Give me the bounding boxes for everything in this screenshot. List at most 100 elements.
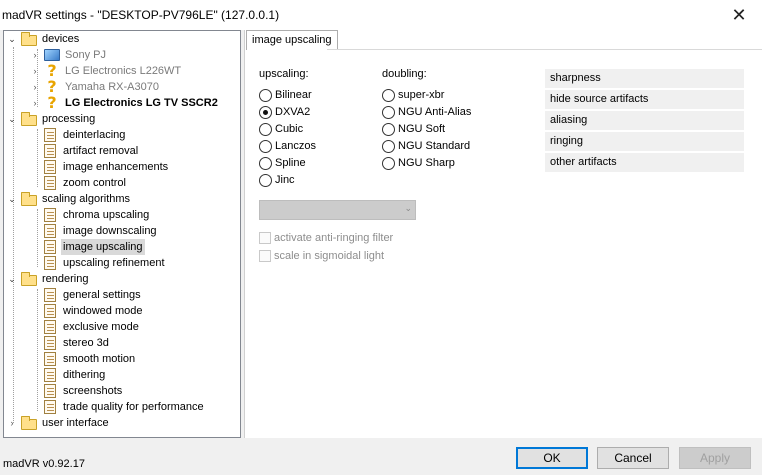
radio-button[interactable] — [382, 156, 395, 170]
tree-node-label: Yamaha RX-A3070 — [65, 81, 159, 93]
radio-super-xbr[interactable]: super-xbr — [382, 87, 444, 103]
radio-label: NGU Anti-Alias — [398, 106, 472, 118]
tree-node-label: LG Electronics L226WT — [65, 65, 182, 77]
tree-node-devices[interactable]: ⌄ devices — [7, 31, 81, 47]
tree-node-label: stereo 3d — [63, 337, 109, 349]
radio-button[interactable] — [259, 139, 272, 153]
checkbox[interactable] — [259, 232, 271, 244]
tree-node-general-settings[interactable]: general settings — [42, 287, 143, 303]
tab-image-upscaling[interactable]: image upscaling — [246, 30, 338, 50]
radio-ngu-sharp[interactable]: NGU Sharp — [382, 155, 455, 171]
radio-lanczos[interactable]: Lanczos — [259, 138, 316, 154]
radio-ngu-standard[interactable]: NGU Standard — [382, 138, 470, 154]
radio-button[interactable] — [382, 122, 395, 136]
folder-icon — [21, 415, 37, 430]
tree-node-label: smooth motion — [63, 353, 136, 365]
tree-node-stereo-3d[interactable]: stereo 3d — [42, 335, 111, 351]
artifact-item-hide-source-artifacts[interactable]: hide source artifacts — [545, 90, 744, 109]
radio-ngu-anti-alias[interactable]: NGU Anti-Alias — [382, 104, 471, 120]
folder-icon — [21, 271, 37, 286]
settings-page-icon — [44, 352, 56, 366]
radio-button-selected[interactable] — [259, 105, 272, 119]
radio-button[interactable] — [382, 139, 395, 153]
tree-node-zoom-control[interactable]: zoom control — [42, 175, 128, 191]
settings-page-icon — [44, 336, 56, 350]
tree-node-processing[interactable]: ⌄ processing — [7, 111, 97, 127]
tree-node-windowed-mode[interactable]: windowed mode — [42, 303, 145, 319]
radio-button[interactable] — [259, 122, 272, 136]
tree-node-sony-pj[interactable]: › Sony PJ — [30, 47, 108, 63]
ok-button[interactable]: OK — [516, 447, 588, 469]
tree-node-label: image upscaling — [61, 239, 145, 255]
tree-node-exclusive-mode[interactable]: exclusive mode — [42, 319, 141, 335]
radio-dxva2[interactable]: DXVA2 — [259, 104, 310, 120]
expanded-arrow-icon[interactable]: ⌄ — [7, 191, 17, 207]
settings-tree[interactable]: ⌄ devices › Sony PJ › ? LG Electronics L… — [3, 30, 241, 438]
radio-cubic[interactable]: Cubic — [259, 121, 303, 137]
radio-spline[interactable]: Spline — [259, 155, 306, 171]
checkbox-label: scale in sigmoidal light — [274, 250, 385, 262]
tree-node-smooth-motion[interactable]: smooth motion — [42, 351, 137, 367]
artifact-item-ringing[interactable]: ringing — [545, 132, 744, 151]
radio-button[interactable] — [382, 88, 395, 102]
tree-node-label: dithering — [63, 369, 106, 381]
checkbox-anti-ringing[interactable]: activate anti-ringing filter — [259, 232, 393, 244]
tree-connector — [37, 129, 38, 187]
tree-node-user-interface[interactable]: › user interface — [7, 415, 111, 431]
expanded-arrow-icon[interactable]: ⌄ — [7, 111, 17, 127]
artifact-item-aliasing[interactable]: aliasing — [545, 111, 744, 130]
expanded-arrow-icon[interactable]: ⌄ — [7, 271, 17, 287]
tree-node-lg-tv[interactable]: › ? LG Electronics LG TV SSCR2 — [30, 95, 220, 111]
checkbox-sigmoidal-light[interactable]: scale in sigmoidal light — [259, 250, 384, 262]
radio-label: Spline — [275, 157, 306, 169]
tree-node-label: zoom control — [63, 177, 126, 189]
settings-page-icon — [44, 224, 56, 238]
tree-connector — [37, 209, 38, 267]
collapsed-arrow-icon[interactable]: › — [30, 95, 40, 111]
question-mark-icon: ? — [47, 93, 57, 112]
tree-node-chroma-upscaling[interactable]: chroma upscaling — [42, 207, 151, 223]
tree-node-label: scaling algorithms — [42, 193, 131, 205]
radio-bilinear[interactable]: Bilinear — [259, 87, 312, 103]
tree-node-screenshots[interactable]: screenshots — [42, 383, 124, 399]
tree-node-upscaling-refinement[interactable]: upscaling refinement — [42, 255, 167, 271]
artifact-item-sharpness[interactable]: sharpness — [545, 69, 744, 88]
collapsed-arrow-icon[interactable]: › — [30, 47, 40, 63]
upscaling-options-dropdown[interactable]: ⌄ — [259, 200, 416, 220]
folder-icon — [21, 111, 37, 126]
radio-label: super-xbr — [398, 89, 445, 101]
radio-button[interactable] — [382, 105, 395, 119]
folder-icon — [21, 191, 37, 206]
cancel-button[interactable]: Cancel — [597, 447, 669, 469]
tree-node-scaling-algorithms[interactable]: ⌄ scaling algorithms — [7, 191, 132, 207]
radio-label: Lanczos — [275, 140, 316, 152]
tree-node-rendering[interactable]: ⌄ rendering — [7, 271, 90, 287]
checkbox[interactable] — [259, 250, 271, 262]
dialog-footer: madVR v0.92.17 OK Cancel Apply — [0, 438, 762, 475]
tree-node-dithering[interactable]: dithering — [42, 367, 107, 383]
tree-node-deinterlacing[interactable]: deinterlacing — [42, 127, 127, 143]
tree-node-image-downscaling[interactable]: image downscaling — [42, 223, 159, 239]
artifact-item-other-artifacts[interactable]: other artifacts — [545, 153, 744, 172]
collapsed-arrow-icon[interactable]: › — [7, 415, 17, 431]
radio-ngu-soft[interactable]: NGU Soft — [382, 121, 445, 137]
radio-button[interactable] — [259, 156, 272, 170]
radio-jinc[interactable]: Jinc — [259, 172, 295, 188]
tree-node-label: windowed mode — [63, 305, 143, 317]
tree-connector — [13, 47, 14, 423]
radio-button[interactable] — [259, 88, 272, 102]
tree-node-image-upscaling[interactable]: image upscaling — [42, 239, 145, 255]
tree-node-label: upscaling refinement — [63, 257, 165, 269]
tree-node-artifact-removal[interactable]: artifact removal — [42, 143, 140, 159]
tree-node-trade-quality[interactable]: trade quality for performance — [42, 399, 206, 415]
doubling-label: doubling: — [382, 68, 427, 80]
radio-button[interactable] — [259, 173, 272, 187]
tree-node-image-enhancements[interactable]: image enhancements — [42, 159, 170, 175]
collapsed-arrow-icon[interactable]: › — [30, 63, 40, 79]
apply-button[interactable]: Apply — [679, 447, 751, 469]
close-button[interactable]: ✕ — [716, 0, 762, 30]
version-label: madVR v0.92.17 — [3, 458, 85, 470]
collapsed-arrow-icon[interactable]: › — [30, 79, 40, 95]
expanded-arrow-icon[interactable]: ⌄ — [7, 31, 17, 47]
window-title: madVR settings - "DESKTOP-PV796LE" (127.… — [2, 8, 280, 22]
